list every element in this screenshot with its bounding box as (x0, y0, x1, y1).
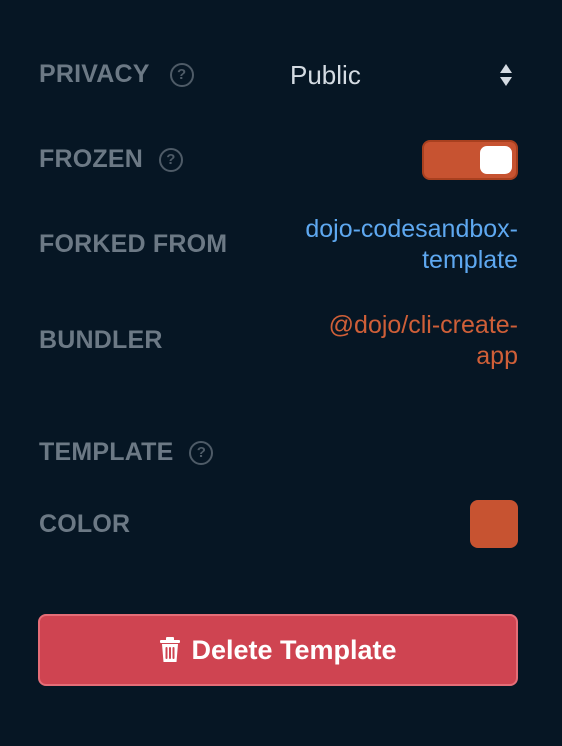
toggle-knob (480, 146, 512, 174)
bundler-value-line1: @dojo/cli-create- (328, 311, 518, 339)
trash-icon (160, 637, 181, 662)
privacy-label: PRIVACY (39, 60, 150, 88)
template-label: TEMPLATE (39, 438, 174, 466)
privacy-row-label: PRIVACY ? (39, 60, 194, 89)
question-circle-icon[interactable]: ? (158, 147, 183, 172)
color-label: COLOR (39, 510, 131, 538)
template-row-label: TEMPLATE ? (39, 438, 214, 467)
forked-from-link-line2: template (422, 246, 518, 274)
delete-template-button[interactable]: Delete Template (38, 614, 518, 686)
bundler-value-line2: app (476, 342, 518, 370)
bundler-label: BUNDLER (39, 326, 163, 354)
forked-from-label: FORKED FROM (39, 230, 228, 258)
frozen-row-label: FROZEN ? (39, 145, 183, 174)
forked-from-row-label: FORKED FROM (39, 230, 227, 259)
frozen-toggle[interactable] (422, 140, 518, 180)
color-swatch[interactable] (470, 500, 518, 548)
select-arrows-icon (500, 64, 512, 86)
color-row-label: COLOR (39, 510, 130, 539)
privacy-select-value: Public (290, 59, 361, 90)
bundler-value: @dojo/cli-create- app (329, 310, 518, 372)
forked-from-link-line1: dojo-codesandbox- (305, 215, 518, 243)
privacy-select[interactable]: Public (290, 58, 518, 92)
frozen-label: FROZEN (39, 145, 143, 173)
question-circle-icon[interactable]: ? (169, 62, 194, 87)
question-circle-icon[interactable]: ? (189, 440, 214, 465)
delete-template-label: Delete Template (191, 634, 397, 665)
forked-from-link[interactable]: dojo-codesandbox- template (305, 214, 518, 276)
bundler-row-label: BUNDLER (39, 326, 163, 355)
